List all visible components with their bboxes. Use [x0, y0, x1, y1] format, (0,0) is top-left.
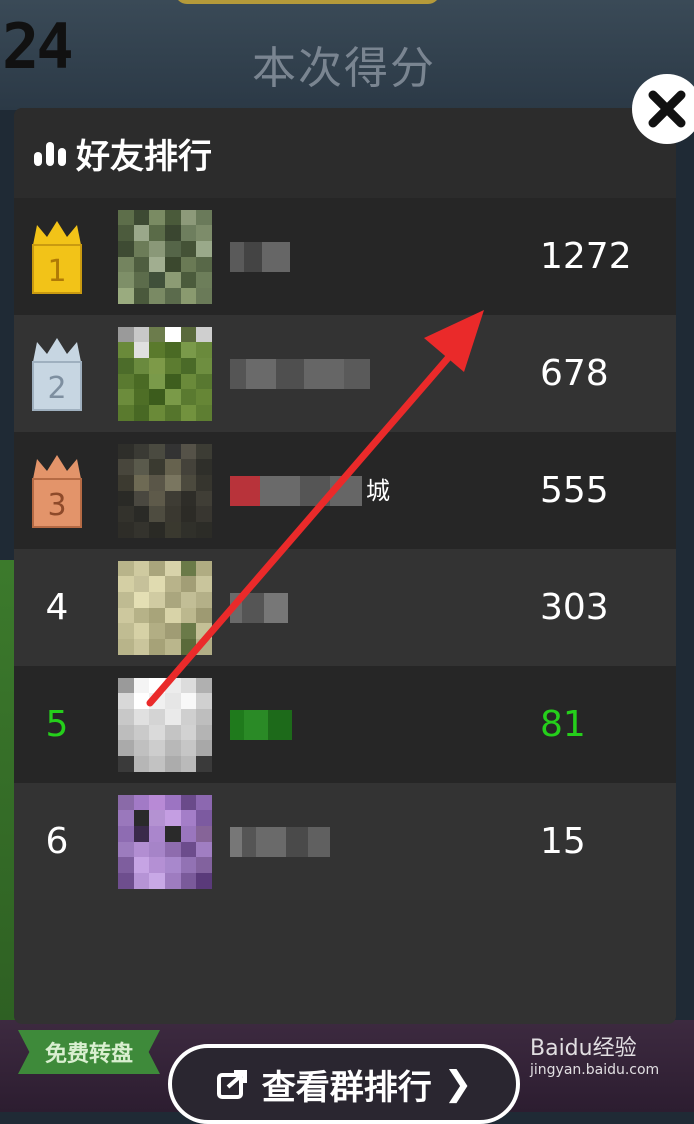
avatar [118, 326, 212, 421]
rank-cell: 1 [14, 217, 100, 297]
rank-number: 4 [45, 587, 69, 628]
player-score: 303 [540, 587, 609, 628]
avatar [118, 677, 212, 772]
modal-header: 好友排行 [14, 108, 676, 198]
ranking-row[interactable]: 6 15 [14, 783, 676, 900]
score-title: 本次得分 [252, 43, 436, 94]
avatar [118, 443, 212, 538]
svg-text:1: 1 [47, 254, 66, 289]
close-button[interactable] [632, 74, 694, 144]
player-name-blurred [230, 592, 430, 623]
ranking-row-current-user[interactable]: 5 81 [14, 666, 676, 783]
player-name-blurred [230, 709, 430, 740]
player-name-blurred [230, 358, 430, 389]
player-name-visible-char: 城 [366, 476, 390, 505]
top-banner [175, 0, 440, 4]
avatar [118, 794, 212, 889]
chevron-right-icon: ❯ [443, 1064, 473, 1104]
modal-title: 好友排行 [76, 136, 212, 177]
svg-text:2: 2 [47, 371, 66, 406]
ranking-row[interactable]: 2 678 [14, 315, 676, 432]
avatar [118, 209, 212, 304]
share-icon [216, 1070, 247, 1099]
silver-crown-badge: 2 [32, 337, 82, 411]
player-score: 81 [540, 704, 586, 745]
watermark-main: Baidu经验 [530, 1036, 637, 1061]
player-name-blurred [230, 241, 430, 272]
close-icon [648, 90, 686, 128]
player-score: 555 [540, 470, 609, 511]
player-score: 15 [540, 821, 586, 862]
view-group-rank-button[interactable]: 查看群排行 ❯ [168, 1044, 520, 1124]
baidu-watermark: Baidu经验 jingyan.baidu.com [530, 1030, 659, 1078]
rank-number: 5 [45, 704, 69, 745]
player-score: 1272 [540, 236, 632, 277]
ranking-row[interactable]: 4 303 [14, 549, 676, 666]
rank-cell: 3 [14, 451, 100, 531]
current-score: 24 [2, 10, 74, 83]
player-name-blurred [230, 826, 430, 857]
bronze-crown-badge: 3 [32, 454, 82, 528]
player-name-blurred: 城 [230, 475, 430, 506]
bar-chart-icon [34, 140, 66, 166]
svg-text:3: 3 [47, 488, 66, 523]
rank-cell: 2 [14, 334, 100, 414]
player-score: 678 [540, 353, 609, 394]
ranking-row[interactable]: 3 城 555 [14, 432, 676, 549]
ranking-row[interactable]: 1 1272 [14, 198, 676, 315]
view-group-rank-label: 查看群排行 [261, 1067, 432, 1108]
friend-ranking-modal: 好友排行 1 1272 2 678 3 城 555 4 303 5 81 6 1… [14, 108, 676, 1024]
avatar [118, 560, 212, 655]
gold-crown-badge: 1 [32, 220, 82, 294]
rank-number: 6 [45, 821, 69, 862]
free-spin-button[interactable]: 免费转盘 [18, 1030, 160, 1074]
watermark-sub: jingyan.baidu.com [530, 1062, 660, 1078]
